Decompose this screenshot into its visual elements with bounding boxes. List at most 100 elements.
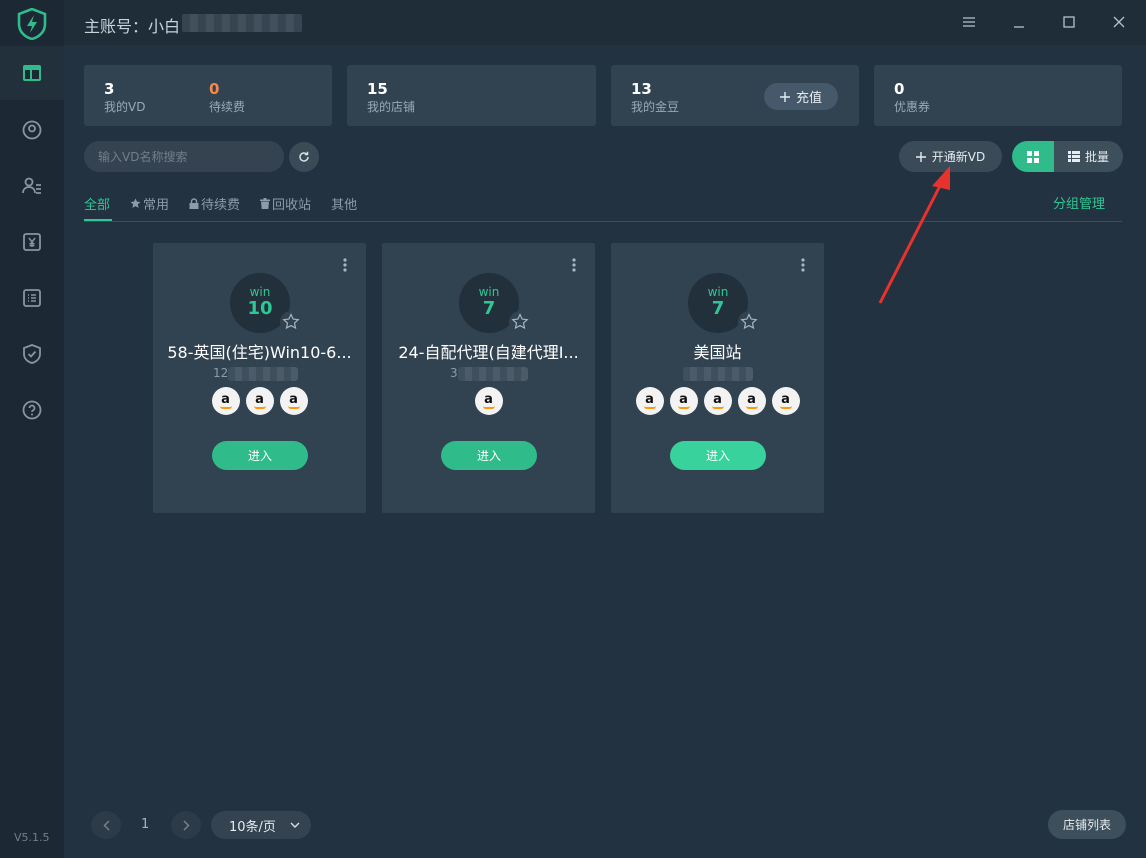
- sidebar-item-users[interactable]: [0, 159, 64, 213]
- tab-pending-renewal[interactable]: 待续费: [189, 194, 240, 213]
- tab-all-label: 全部: [84, 198, 111, 213]
- star-icon: [130, 198, 141, 208]
- amazon-logo-icon[interactable]: a: [635, 387, 664, 415]
- tab-all[interactable]: 全部: [84, 194, 110, 213]
- next-page-button[interactable]: [171, 811, 201, 839]
- amazon-logo-icon[interactable]: a: [245, 387, 274, 415]
- stat-shops-label: 我的店铺: [367, 100, 416, 114]
- refresh-button[interactable]: [289, 142, 319, 172]
- grid-icon: [1027, 150, 1039, 163]
- sidebar-item-dashboard[interactable]: [0, 46, 64, 100]
- tab-favorites[interactable]: 常用: [130, 194, 169, 213]
- refresh-icon: [299, 151, 309, 162]
- sidebar-item-help[interactable]: [0, 383, 64, 437]
- redacted-text: [228, 366, 299, 381]
- stat-shops-count: 15: [367, 80, 388, 98]
- close-icon[interactable]: [1109, 12, 1129, 32]
- stat-renewal-label: 待续费: [209, 100, 246, 114]
- stat-card-vd[interactable]: 3 我的VD 0 待续费: [84, 65, 332, 126]
- redacted-text: [457, 366, 528, 381]
- stat-coupons-label: 优惠券: [894, 100, 931, 114]
- stat-card-shops[interactable]: 15 我的店铺: [347, 65, 596, 126]
- favorite-star-icon[interactable]: [738, 311, 760, 333]
- vd-sub-prefix: 3: [450, 366, 458, 380]
- dashboard-icon: [23, 65, 41, 81]
- sidebar-item-billing[interactable]: [0, 215, 64, 269]
- favorite-star-icon[interactable]: [280, 311, 302, 333]
- vd-sub-prefix: 12: [213, 366, 229, 380]
- annotation-arrow: [878, 166, 950, 304]
- vd-name: 美国站: [693, 343, 742, 362]
- title-bar: 主账号：小白: [64, 0, 1146, 45]
- stat-beans-label: 我的金豆: [631, 100, 680, 114]
- stat-card-beans: 13 我的金豆 充值: [611, 65, 859, 126]
- shop-list: a a a a a: [611, 387, 824, 415]
- chevron-right-icon: [182, 819, 190, 831]
- enter-button[interactable]: 进入: [441, 441, 537, 470]
- view-toggle: 批量: [1012, 141, 1123, 172]
- group-management-link[interactable]: 分组管理: [1053, 193, 1105, 212]
- stat-card-coupons[interactable]: 0 优惠券: [874, 65, 1122, 126]
- tab-other[interactable]: 其他: [331, 194, 357, 213]
- current-page[interactable]: 1: [141, 817, 149, 832]
- batch-label: 批量: [1084, 150, 1109, 164]
- menu-icon[interactable]: [959, 12, 979, 32]
- amazon-logo-icon[interactable]: a: [279, 387, 308, 415]
- tab-favorites-label: 常用: [143, 198, 170, 213]
- app-version: V5.1.5: [14, 831, 50, 844]
- tab-other-label: 其他: [331, 198, 358, 213]
- vd-card: win 7 美国站 a a a a a 进入: [611, 243, 824, 513]
- search-placeholder: 输入VD名称搜索: [98, 150, 188, 164]
- account-id-redacted: [182, 14, 302, 32]
- amazon-logo-icon[interactable]: a: [703, 387, 732, 415]
- more-vertical-icon[interactable]: [342, 257, 348, 273]
- stat-vd-count: 3: [104, 80, 115, 98]
- sidebar-item-records[interactable]: [0, 271, 64, 325]
- amazon-logo-icon[interactable]: a: [211, 387, 240, 415]
- yen-icon: [23, 233, 41, 251]
- user-circle-icon: [22, 120, 42, 140]
- sidebar-item-profile[interactable]: [0, 103, 64, 157]
- prev-page-button[interactable]: [91, 811, 121, 839]
- recharge-button[interactable]: 充值: [764, 83, 838, 110]
- vd-name: 58-英国(住宅)Win10-6...: [167, 343, 352, 362]
- sidebar-item-security[interactable]: [0, 327, 64, 381]
- minimize-icon[interactable]: [1009, 12, 1029, 32]
- vd-subtitle: [683, 366, 753, 382]
- enter-button[interactable]: 进入: [212, 441, 308, 470]
- table-icon: [1067, 151, 1080, 162]
- amazon-logo-icon[interactable]: a: [771, 387, 800, 415]
- more-vertical-icon[interactable]: [571, 257, 577, 273]
- lock-icon: [189, 198, 199, 209]
- shield-check-icon: [23, 344, 41, 364]
- shop-list: a: [382, 387, 595, 415]
- chevron-down-icon: [290, 822, 300, 828]
- favorite-star-icon[interactable]: [509, 311, 531, 333]
- page-size-value: 10条/页: [229, 819, 276, 835]
- vd-name: 24-自配代理(自建代理I...: [398, 343, 579, 362]
- vd-subtitle: 3: [450, 366, 528, 382]
- vd-subtitle: 12: [213, 366, 299, 382]
- grid-view-button[interactable]: [1012, 141, 1054, 172]
- enter-button[interactable]: 进入: [670, 441, 766, 470]
- sidebar: V5.1.5: [0, 0, 64, 858]
- help-icon: [22, 400, 42, 420]
- page-size-select[interactable]: 10条/页: [211, 811, 311, 839]
- tab-recycle-bin-label: 回收站: [272, 198, 312, 213]
- amazon-logo-icon[interactable]: a: [669, 387, 698, 415]
- stat-beans-count: 13: [631, 80, 652, 98]
- more-vertical-icon[interactable]: [800, 257, 806, 273]
- amazon-logo-icon[interactable]: a: [474, 387, 503, 415]
- maximize-icon[interactable]: [1059, 12, 1079, 32]
- amazon-logo-icon[interactable]: a: [737, 387, 766, 415]
- shop-list-button[interactable]: 店铺列表: [1048, 810, 1126, 839]
- tab-recycle-bin[interactable]: 回收站: [260, 194, 311, 213]
- chevron-left-icon: [102, 819, 110, 831]
- batch-view-button[interactable]: 批量: [1054, 141, 1123, 172]
- search-input[interactable]: 输入VD名称搜索: [84, 141, 284, 172]
- recharge-label: 充值: [795, 91, 822, 106]
- stat-coupons-count: 0: [894, 80, 905, 98]
- plus-icon: [779, 91, 790, 102]
- users-icon: [22, 177, 41, 194]
- tab-divider: [84, 221, 1122, 222]
